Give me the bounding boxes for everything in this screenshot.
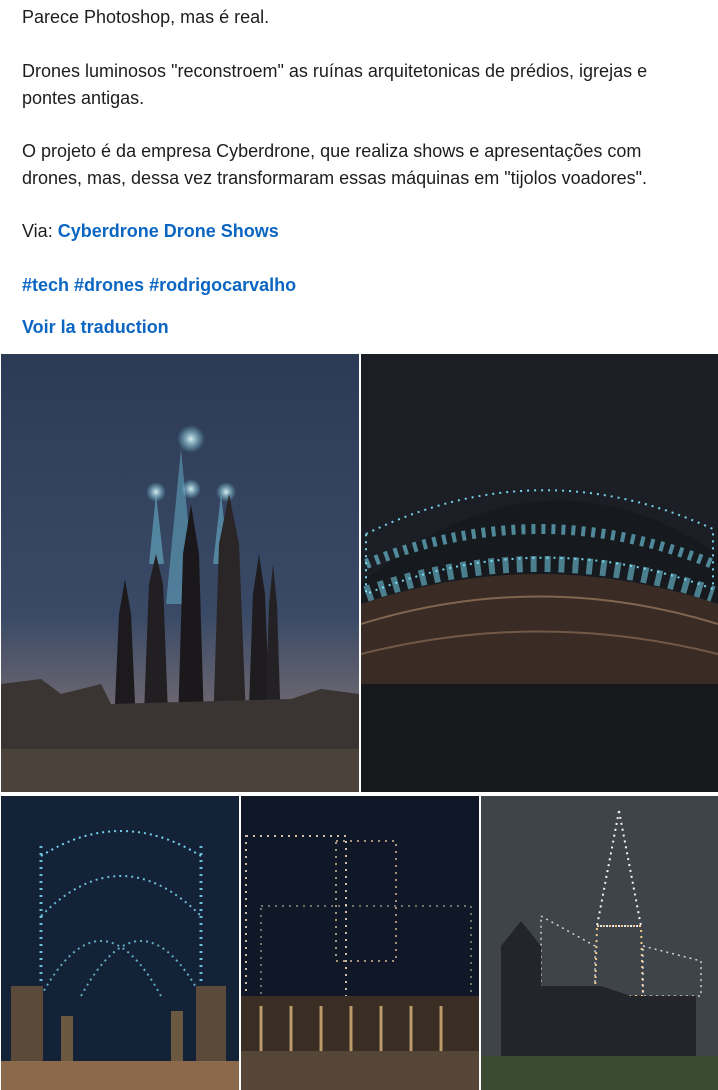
image-ruined-arches[interactable] [1, 796, 239, 1090]
via-label: Via: [22, 221, 53, 241]
post-line-1: Parece Photoshop, mas é real. [22, 7, 270, 27]
post-line-3b: drones, mas, dessa vez transformaram ess… [22, 168, 648, 188]
hashtag-tech[interactable]: #tech [22, 275, 69, 295]
hashtag-rodrigocarvalho[interactable]: #rodrigocarvalho [149, 275, 296, 295]
image-gallery [0, 354, 718, 1090]
image-sagrada-familia[interactable] [1, 354, 359, 792]
via-link[interactable]: Cyberdrone Drone Shows [58, 221, 279, 241]
image-colosseum[interactable] [361, 354, 718, 792]
image-ancient-facade[interactable] [241, 796, 479, 1090]
post-line-2a: Drones luminosos "reconstroem" as ruínas… [22, 61, 648, 81]
hashtag-drones[interactable]: #drones [74, 275, 144, 295]
post-line-2b: pontes antigas. [22, 88, 145, 108]
translate-link[interactable]: Voir la traduction [22, 314, 169, 341]
image-abbey-spire[interactable] [481, 796, 718, 1090]
hashtag-row: #tech #drones #rodrigocarvalho [22, 272, 296, 299]
post-line-3a: O projeto é da empresa Cyberdrone, que r… [22, 141, 642, 161]
via-line: Via: Cyberdrone Drone Shows [22, 218, 279, 245]
